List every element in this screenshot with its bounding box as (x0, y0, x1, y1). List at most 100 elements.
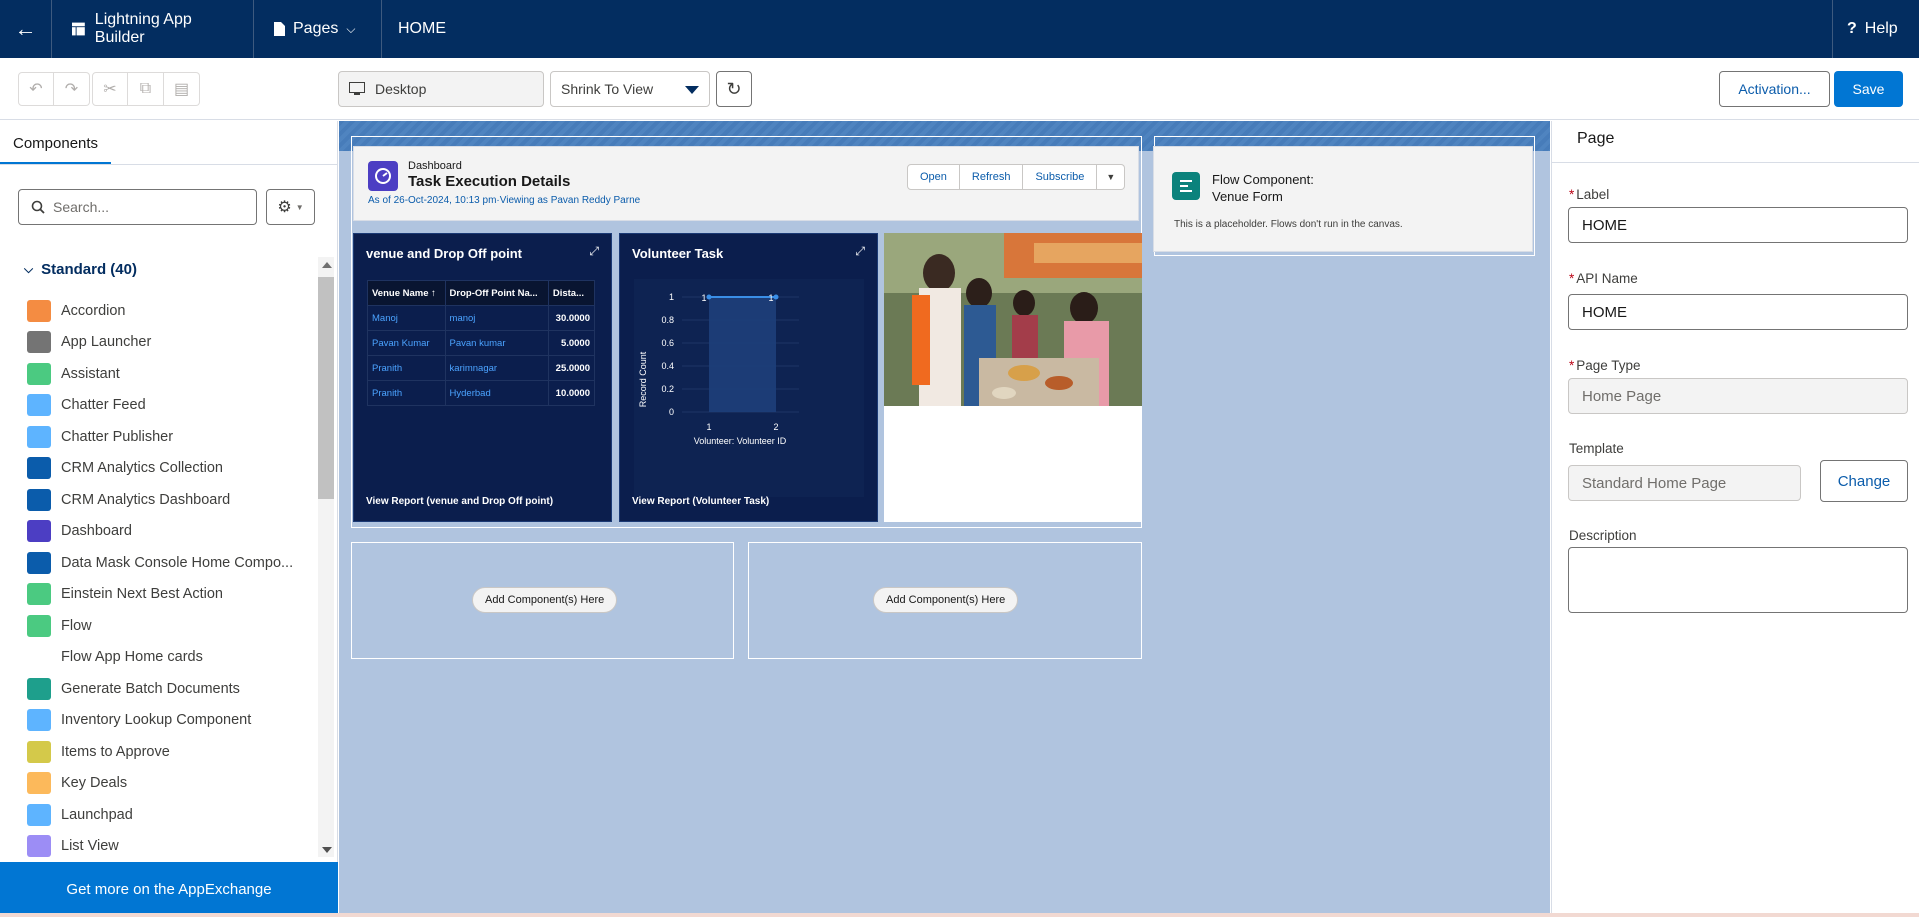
standard-group-label: Standard (40) (41, 261, 137, 278)
pages-menu[interactable]: Pages ⌵ (254, 0, 382, 58)
component-list-item[interactable]: Items to Approve (27, 736, 317, 768)
flow-icon (27, 614, 51, 637)
add-component-button[interactable]: Add Component(s) Here (472, 587, 618, 613)
save-button[interactable]: Save (1834, 71, 1903, 107)
expand-icon[interactable]: ⤢ (855, 244, 865, 259)
component-search-input[interactable]: Search... (18, 189, 257, 225)
table-cell-link[interactable]: Pavan Kumar (367, 330, 446, 356)
component-list-item[interactable]: App Launcher (27, 327, 317, 359)
flow-placeholder-note: This is a placeholder. Flows don't run i… (1174, 219, 1403, 230)
flow-component[interactable]: Flow Component: Venue Form This is a pla… (1153, 146, 1533, 252)
expand-icon[interactable]: ⤢ (589, 244, 599, 259)
table-cell: 5.0000 (547, 330, 596, 356)
component-list-item[interactable]: Dashboard (27, 516, 317, 548)
tab-divider (0, 164, 338, 165)
dashboard-refresh-button[interactable]: Refresh (959, 164, 1024, 190)
component-list-item[interactable]: Chatter Publisher (27, 421, 317, 453)
table-widget-title: venue and Drop Off point (366, 246, 522, 261)
view-mode-select[interactable]: Shrink To View (550, 71, 710, 107)
change-template-button[interactable]: Change (1820, 460, 1908, 502)
component-list-item[interactable]: Flow App Home cards (27, 642, 317, 674)
component-list-item[interactable]: Launchpad (27, 799, 317, 831)
component-list-item[interactable]: Flow (27, 610, 317, 642)
api-name-input[interactable]: HOME (1568, 294, 1908, 330)
scrollbar-thumb[interactable] (318, 277, 334, 499)
activation-button[interactable]: Activation... (1719, 71, 1830, 107)
table-cell-link[interactable]: manoj (444, 305, 549, 331)
component-label: Assistant (61, 365, 120, 382)
drop-zone-left[interactable]: Add Component(s) Here (351, 542, 734, 659)
component-list-item[interactable]: Key Deals (27, 768, 317, 800)
label-field-label: * Label (1569, 187, 1609, 202)
y-tick-label: 0.6 (661, 338, 674, 348)
component-list-item[interactable]: Generate Batch Documents (27, 673, 317, 705)
paste-button[interactable]: ▤ (164, 72, 200, 106)
device-select[interactable]: Desktop (338, 71, 544, 107)
table-cell: 30.0000 (547, 305, 596, 331)
chart-area: 1 0.8 0.6 0.4 0.2 0 1 1 1 2 Volunteer: Volunteer I… (634, 279, 864, 497)
table-cell-link[interactable]: Manoj (367, 305, 446, 331)
view-report-link[interactable]: View Report (venue and Drop Off point) (366, 496, 553, 507)
dashboard-component[interactable]: Dashboard Task Execution Details As of 2… (353, 146, 1139, 221)
table-row: Pranith Hyderbad 10.0000 (367, 380, 596, 406)
table-widget[interactable]: venue and Drop Off point ⤢ Venue Name ↑ … (353, 233, 612, 522)
copy-button[interactable]: ⧉ (128, 72, 164, 106)
table-cell-link[interactable]: Hyderbad (444, 380, 549, 406)
table-cell-link[interactable]: karimnagar (444, 355, 549, 381)
table-cell-link[interactable]: Pranith (367, 380, 446, 406)
cut-button[interactable]: ✂ (92, 72, 128, 106)
component-label: Generate Batch Documents (61, 680, 240, 697)
dashboard-open-button[interactable]: Open (907, 164, 960, 190)
component-list-item[interactable]: Assistant (27, 358, 317, 390)
dashboard-more-button[interactable]: ▼ (1097, 164, 1126, 190)
component-list-item[interactable]: List View (27, 831, 317, 863)
component-list-item[interactable]: Chatter Feed (27, 390, 317, 422)
flow-icon (1172, 172, 1200, 200)
help-button[interactable]: ? Help (1832, 0, 1919, 58)
gear-icon: ⚙ (277, 199, 292, 216)
scroll-down-arrow-icon[interactable] (322, 847, 332, 853)
component-label: CRM Analytics Dashboard (61, 491, 231, 508)
page-canvas: Dashboard Task Execution Details As of 2… (339, 121, 1550, 913)
clipboard-icon: ▤ (173, 81, 190, 98)
component-list-item[interactable]: Data Mask Console Home Compo... (27, 547, 317, 579)
component-list-item[interactable]: Inventory Lookup Component (27, 705, 317, 737)
back-arrow-icon: ← (14, 16, 37, 41)
drop-zone-right[interactable]: Add Component(s) Here (748, 542, 1142, 659)
refresh-canvas-button[interactable]: ↻ (716, 71, 752, 107)
dashboard-subscribe-button[interactable]: Subscribe (1023, 164, 1098, 190)
back-button[interactable]: ← (0, 0, 52, 58)
add-component-button[interactable]: Add Component(s) Here (873, 587, 1019, 613)
table-cell-link[interactable]: Pavan kumar (444, 330, 549, 356)
undo-button[interactable]: ↶ (18, 72, 54, 106)
table-header[interactable]: Venue Name ↑ (367, 280, 446, 306)
y-tick-label: 0.8 (661, 315, 674, 325)
table-header[interactable]: Dista... (547, 280, 596, 306)
redo-button[interactable]: ↷ (54, 72, 90, 106)
required-mark: * (1569, 358, 1575, 373)
component-list-item[interactable]: Einstein Next Best Action (27, 579, 317, 611)
undo-redo-group: ↶ ↷ (18, 72, 90, 106)
app-header: ← Lightning App Builder Pages ⌵ HOME ? H… (0, 0, 1919, 58)
table-cell-link[interactable]: Pranith (367, 355, 446, 381)
settings-menu-button[interactable]: ⚙ ▼ (266, 189, 315, 225)
x-axis-label: Volunteer: Volunteer ID (694, 436, 787, 446)
label-input[interactable]: HOME (1568, 207, 1908, 243)
component-list-item[interactable]: Accordion (27, 295, 317, 327)
template-readonly: Standard Home Page (1568, 465, 1801, 501)
image-component[interactable] (884, 233, 1142, 522)
einstein-icon (27, 583, 51, 606)
component-label: Einstein Next Best Action (61, 586, 223, 603)
standard-group-toggle[interactable]: ⌵ Standard (40) (24, 261, 137, 278)
chart-widget[interactable]: Volunteer Task ⤢ 1 0.8 0.6 0.4 0.2 0 1 1 1 2 Volun… (619, 233, 878, 522)
table-header[interactable]: Drop-Off Point Na... (444, 280, 549, 306)
appexchange-link[interactable]: Get more on the AppExchange (0, 862, 338, 917)
refresh-icon: ↻ (726, 78, 742, 99)
view-report-link[interactable]: View Report (Volunteer Task) (632, 496, 769, 507)
component-label: Items to Approve (61, 743, 170, 760)
component-list-item[interactable]: CRM Analytics Collection (27, 453, 317, 485)
tab-components[interactable]: Components (0, 121, 111, 165)
scroll-up-arrow-icon[interactable] (322, 262, 332, 268)
description-textarea[interactable] (1568, 547, 1908, 613)
component-list-item[interactable]: CRM Analytics Dashboard (27, 484, 317, 516)
